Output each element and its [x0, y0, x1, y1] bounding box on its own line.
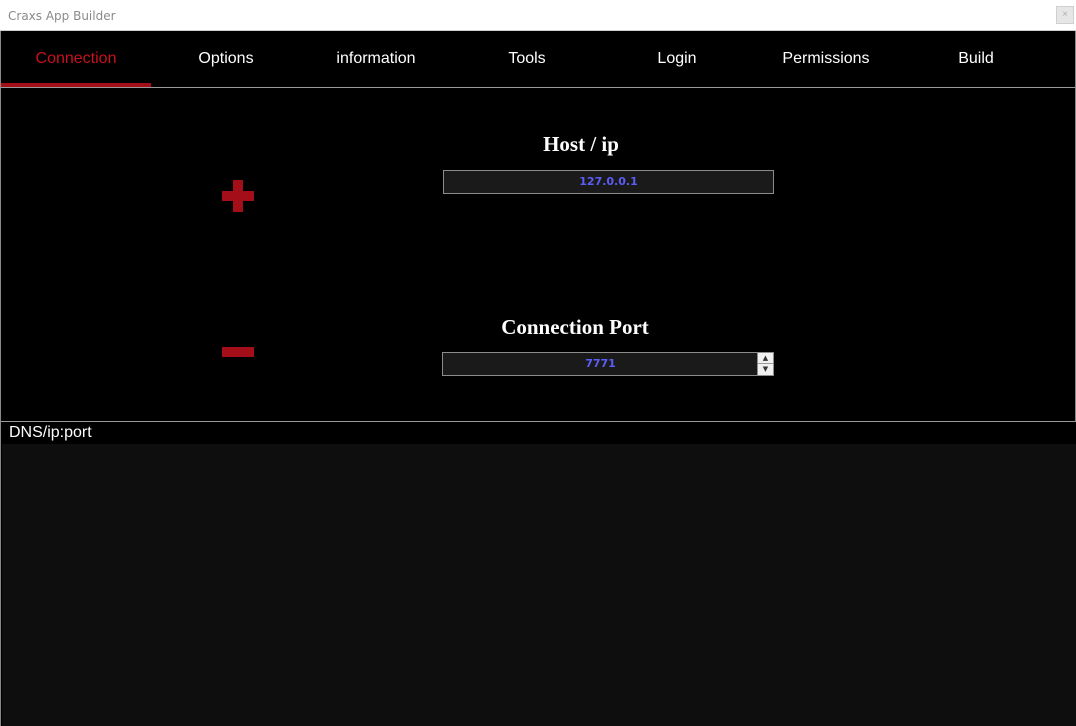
port-spinner: ▲ ▼ [757, 353, 773, 375]
close-button[interactable]: × [1056, 6, 1074, 24]
list-body[interactable] [2, 444, 1076, 726]
tab-options[interactable]: Options [151, 31, 301, 87]
spin-up-icon[interactable]: ▲ [758, 353, 773, 364]
tab-login[interactable]: Login [602, 31, 752, 87]
port-label: Connection Port [501, 315, 649, 339]
list-column-header[interactable]: DNS/ip:port [2, 422, 1076, 444]
connection-panel: Host / ip 127.0.0.1 Connection Port 7771… [0, 88, 1076, 422]
tab-connection[interactable]: Connection [1, 31, 151, 87]
spin-down-icon[interactable]: ▼ [758, 364, 773, 375]
tab-build[interactable]: Build [901, 31, 1051, 87]
window-title: Craxs App Builder [8, 9, 116, 23]
tab-bar: Connection Options information Tools Log… [0, 31, 1076, 88]
tab-tools[interactable]: Tools [452, 31, 602, 87]
port-stepper[interactable]: 7771 ▲ ▼ [442, 352, 774, 376]
port-value[interactable]: 7771 [443, 353, 758, 375]
app-window: Craxs App Builder × Connection Options i… [0, 0, 1076, 726]
plus-icon[interactable] [222, 180, 254, 212]
host-input[interactable]: 127.0.0.1 [443, 170, 774, 194]
minus-icon[interactable] [222, 347, 254, 357]
title-bar: Craxs App Builder × [0, 0, 1076, 31]
tab-information[interactable]: information [301, 31, 451, 87]
tab-permissions[interactable]: Permissions [751, 31, 901, 87]
host-label: Host / ip [543, 132, 619, 156]
host-list: DNS/ip:port [0, 422, 1076, 726]
